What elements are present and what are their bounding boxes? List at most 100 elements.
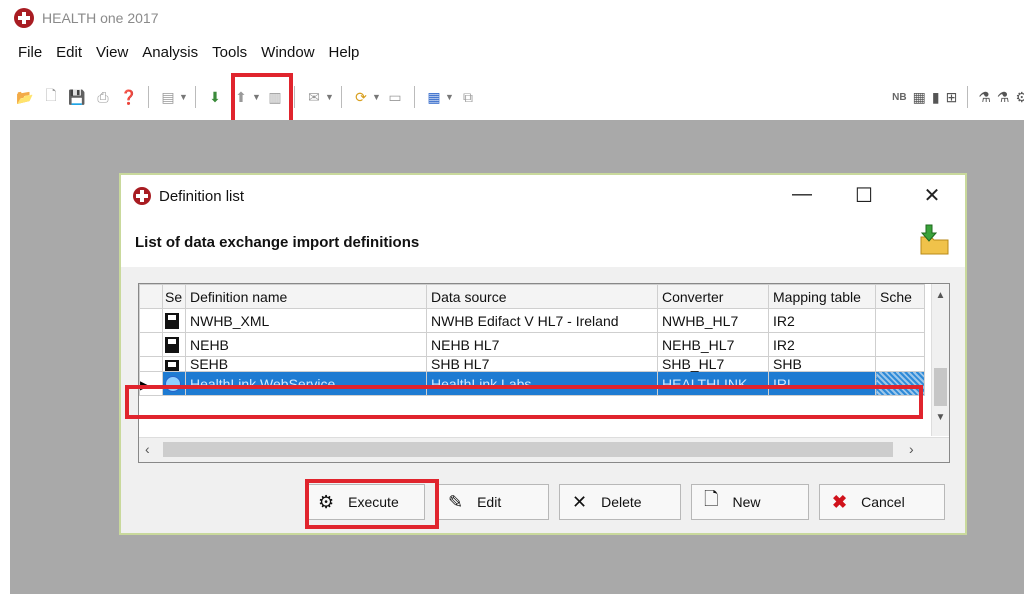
refresh-icon[interactable]: ⟳	[350, 86, 372, 108]
card-icon[interactable]: ▭	[384, 86, 406, 108]
dropdown-caret-icon[interactable]: ▼	[445, 92, 454, 102]
table-icon[interactable]: ⊞	[946, 89, 958, 106]
mail-icon[interactable]: ✉	[303, 86, 325, 108]
import-definition-icon	[920, 224, 949, 255]
status-cell	[162, 356, 186, 372]
vertical-scrollbar[interactable]: ▲ ▼	[931, 284, 949, 436]
status-cell	[162, 308, 186, 333]
dropdown-caret-icon[interactable]: ▼	[325, 92, 334, 102]
row-indicator	[139, 308, 163, 333]
main-toolbar: 📂 🗋 💾 ⎙ ❓ ▤ ▼ ⬇ ⬆ ▼ ▥ ✉ ▼ ⟳ ▼ ▭ ▦ ▼ ⧉ NB…	[14, 80, 1024, 114]
dialog-header: List of data exchange import definitions	[121, 217, 965, 267]
data-source-cell: NEHB HL7	[426, 332, 658, 357]
definition-name-cell: SEHB	[185, 356, 427, 372]
toolbar-separator	[294, 86, 295, 108]
sche-cell	[875, 356, 925, 372]
toolbar-right-group: NB ▦ ▮ ⊞ ⚗ ⚗ ⚙	[892, 80, 1024, 114]
menu-tools[interactable]: Tools	[212, 44, 247, 68]
maximize-button[interactable]: ☐	[849, 183, 879, 208]
menu-edit[interactable]: Edit	[56, 44, 82, 68]
table-row[interactable]: NWHB_XML NWHB Edifact V HL7 - Ireland NW…	[139, 308, 925, 333]
settings-icon[interactable]: ⚙	[1015, 89, 1024, 106]
dropdown-caret-icon[interactable]: ▼	[179, 92, 188, 102]
row-indicator	[139, 356, 163, 372]
delete-label: Delete	[601, 494, 642, 510]
scroll-down-icon[interactable]: ▼	[932, 412, 949, 423]
toolbar-separator	[148, 86, 149, 108]
highlight-toolbar-import	[231, 73, 293, 125]
scroll-left-icon[interactable]: ‹	[145, 441, 150, 457]
mapping-table-cell: IR2	[768, 332, 876, 357]
column-header-sche[interactable]: Sche	[875, 284, 925, 309]
horizontal-scrollbar[interactable]: ‹ ›	[139, 437, 949, 462]
cancel-x-icon: ✖	[832, 491, 848, 512]
menu-file[interactable]: File	[18, 44, 42, 68]
import-definition-icon[interactable]: ⬇	[204, 86, 226, 108]
toolbar-separator	[414, 86, 415, 108]
table-row[interactable]: NEHB NEHB HL7 NEHB_HL7 IR2	[139, 332, 925, 357]
health-one-logo-icon	[14, 8, 34, 28]
new-label: New	[732, 494, 761, 510]
document-icon[interactable]: ▤	[157, 86, 179, 108]
floppy-disk-icon	[165, 313, 179, 330]
calendar-icon[interactable]: ▦	[423, 86, 445, 108]
column-header-data-source[interactable]: Data source	[426, 284, 658, 309]
grid-icon[interactable]: ▦	[913, 89, 926, 106]
toolbar-separator	[195, 86, 196, 108]
scroll-up-icon[interactable]: ▲	[932, 290, 949, 301]
print-icon[interactable]: ⎙	[92, 86, 114, 108]
column-header-definition-name[interactable]: Definition name	[185, 284, 427, 309]
save-icon[interactable]: 💾	[66, 86, 88, 108]
dropdown-caret-icon[interactable]: ▼	[372, 92, 381, 102]
mapping-table-cell: IR2	[768, 308, 876, 333]
status-cell	[162, 332, 186, 357]
app-title-bar: HEALTH one 2017	[0, 0, 1024, 36]
sche-cell	[875, 308, 925, 333]
toolbar-separator	[341, 86, 342, 108]
definition-name-cell: NEHB	[185, 332, 427, 357]
cancel-button[interactable]: ✖ Cancel	[819, 484, 945, 520]
dialog-title: Definition list	[159, 187, 245, 205]
menu-bar: File Edit View Analysis Tools Window Hel…	[18, 44, 359, 68]
minimize-button[interactable]: —	[787, 183, 817, 206]
cancel-label: Cancel	[861, 494, 905, 510]
menu-view[interactable]: View	[96, 44, 128, 68]
converter-cell: NWHB_HL7	[657, 308, 769, 333]
column-header-mapping-table[interactable]: Mapping table	[768, 284, 876, 309]
delete-x-icon: ✕	[572, 491, 588, 512]
definition-list-dialog: Definition list — ☐ ✕ List of data excha…	[121, 175, 965, 533]
new-document-icon[interactable]: 🗋	[40, 86, 62, 108]
lab-results-icon[interactable]: ⚗	[997, 89, 1010, 106]
converter-cell: SHB_HL7	[657, 356, 769, 372]
nb-button[interactable]: NB	[892, 92, 906, 103]
data-source-cell: NWHB Edifact V HL7 - Ireland	[426, 308, 658, 333]
chart-icon[interactable]: ▮	[932, 89, 940, 106]
scroll-right-icon[interactable]: ›	[909, 441, 914, 457]
menu-analysis[interactable]: Analysis	[142, 44, 198, 68]
floppy-disk-icon	[165, 359, 179, 371]
horizontal-scroll-thumb[interactable]	[163, 442, 893, 457]
table-row[interactable]: SEHB SHB HL7 SHB_HL7 SHB	[139, 356, 925, 372]
edit-label: Edit	[477, 494, 502, 510]
column-header-se[interactable]: Se	[162, 284, 186, 309]
definitions-table[interactable]: Se Definition name Data source Converter…	[138, 283, 950, 463]
highlight-execute-button	[305, 479, 439, 529]
lab-icon[interactable]: ⚗	[978, 89, 991, 106]
delete-button[interactable]: ✕ Delete	[559, 484, 681, 520]
vertical-scroll-thumb[interactable]	[934, 368, 947, 406]
copy-icon[interactable]: ⧉	[457, 86, 479, 108]
close-button[interactable]: ✕	[917, 183, 947, 208]
data-source-cell: SHB HL7	[426, 356, 658, 372]
menu-window[interactable]: Window	[261, 44, 314, 68]
row-indicator	[139, 332, 163, 357]
new-button[interactable]: 🗋 New	[691, 484, 809, 520]
help-icon[interactable]: ❓	[118, 86, 140, 108]
column-header-converter[interactable]: Converter	[657, 284, 769, 309]
menu-help[interactable]: Help	[329, 44, 360, 68]
converter-cell: NEHB_HL7	[657, 332, 769, 357]
mapping-table-cell: SHB	[768, 356, 876, 372]
health-one-logo-icon	[133, 187, 151, 205]
open-folder-icon[interactable]: 📂	[14, 86, 36, 108]
row-indicator-header	[139, 284, 163, 309]
edit-button[interactable]: ✎ Edit	[435, 484, 549, 520]
